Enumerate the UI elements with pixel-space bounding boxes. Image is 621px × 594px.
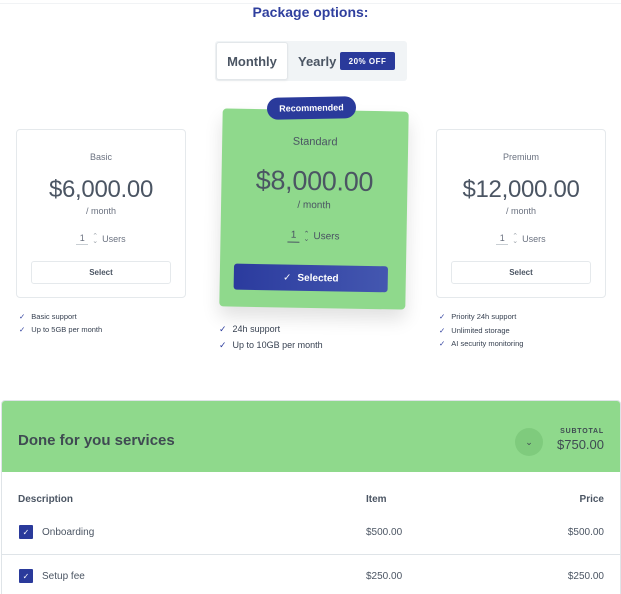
feature-item: ✓ 24h support	[219, 323, 281, 335]
check-icon: ✓	[219, 323, 227, 334]
feature-item: ✓ Up to 5GB per month	[19, 325, 103, 334]
plan-price: $6,000.00	[48, 176, 154, 203]
row-description: Onboarding	[42, 527, 95, 538]
users-input[interactable]: 1	[496, 232, 509, 245]
stepper-arrows[interactable]: ⌃ ⌄	[92, 233, 98, 245]
column-header-item: Item	[366, 494, 387, 505]
stepper-arrows[interactable]: ⌃ ⌄	[303, 230, 309, 242]
feature-item: ✓ Basic support	[19, 312, 77, 321]
users-label: Users	[313, 230, 340, 243]
feature-item: ✓ AI security monitoring	[439, 339, 524, 349]
check-icon: ✓	[19, 325, 26, 334]
services-panel: Done for you services ⌄ SUBTOTAL $750.00…	[1, 400, 621, 594]
toggle-yearly[interactable]: Yearly	[298, 41, 336, 81]
plan-period: / month	[85, 206, 116, 216]
users-stepper: 1 ⌃ ⌄ Users	[17, 232, 185, 245]
row-checkbox[interactable]: ✓	[19, 569, 33, 583]
plan-card-premium: Premium $12,000.00 / month 1 ⌃ ⌄ Users S…	[436, 129, 606, 298]
row-checkbox[interactable]: ✓	[19, 525, 33, 539]
chevron-down-icon[interactable]: ⌄	[303, 235, 309, 242]
row-price: $250.00	[567, 571, 604, 582]
plan-name: Basic	[89, 152, 112, 162]
feature-list-basic: ✓ Basic support ✓ Up to 5GB per month	[19, 310, 102, 336]
column-header-price: Price	[579, 494, 604, 505]
feature-list-premium: ✓ Priority 24h support ✓ Unlimited storage…	[439, 310, 523, 351]
page-heading: Package options:	[252, 4, 369, 20]
row-description: Setup fee	[42, 571, 85, 582]
users-stepper: 1 ⌃ ⌄ Users	[437, 232, 605, 245]
row-price: $500.00	[567, 527, 604, 538]
check-icon: ✓	[219, 339, 227, 350]
plan-card-standard: Standard $8,000.00 / month 1 ⌃ ⌄ Users ✓…	[219, 108, 409, 310]
feature-item: ✓ Up to 10GB per month	[219, 339, 323, 351]
table-row: ✓ Onboarding $500.00 $500.00	[2, 511, 620, 555]
feature-item: ✓ Priority 24h support	[439, 312, 517, 322]
plan-name: Standard	[292, 135, 338, 149]
stepper-arrows[interactable]: ⌃ ⌄	[512, 233, 518, 245]
chevron-down-icon[interactable]: ⌄	[512, 238, 518, 245]
row-item: $500.00	[366, 527, 403, 538]
billing-toggle: Monthly Yearly 20% OFF	[215, 41, 407, 81]
recommended-badge: Recommended	[266, 96, 357, 120]
services-title: Done for you services	[18, 432, 175, 449]
plan-price: $8,000.00	[255, 164, 374, 198]
feature-item: ✓ Unlimited storage	[439, 325, 510, 335]
button-label: Selected	[297, 272, 339, 284]
chevron-down-icon[interactable]: ⌄	[92, 238, 98, 245]
check-icon: ✓	[19, 312, 26, 321]
toggle-monthly[interactable]: Monthly	[216, 42, 288, 80]
users-input[interactable]: 1	[287, 229, 300, 243]
row-item: $250.00	[366, 571, 403, 582]
chevron-down-icon: ⌄	[525, 436, 533, 447]
check-icon: ✓	[22, 571, 30, 581]
select-basic-button[interactable]: Select	[31, 261, 171, 284]
check-icon: ✓	[439, 339, 446, 349]
check-icon: ✓	[439, 312, 446, 322]
plan-price: $12,000.00	[462, 176, 580, 203]
services-header: Done for you services ⌄ SUBTOTAL $750.00	[2, 401, 620, 472]
subtotal-label: SUBTOTAL	[560, 428, 604, 435]
selected-standard-button[interactable]: ✓ Selected	[233, 263, 389, 293]
subtotal-value: $750.00	[557, 437, 604, 452]
users-input[interactable]: 1	[76, 232, 89, 245]
users-label: Users	[522, 233, 546, 244]
discount-badge: 20% OFF	[340, 52, 395, 70]
check-icon: ✓	[439, 325, 446, 335]
collapse-button[interactable]: ⌄	[515, 428, 543, 456]
column-header-description: Description	[18, 494, 74, 505]
select-premium-button[interactable]: Select	[451, 261, 591, 284]
plan-card-basic: Basic $6,000.00 / month 1 ⌃ ⌄ Users Sele…	[16, 129, 186, 298]
plan-period: / month	[297, 199, 331, 212]
plan-period: / month	[505, 206, 536, 216]
check-icon: ✓	[282, 271, 292, 284]
feature-list-standard: ✓ 24h support ✓ Up to 10GB per month	[219, 321, 323, 353]
table-row: ✓ Setup fee $250.00 $250.00	[2, 554, 620, 594]
check-icon: ✓	[22, 527, 30, 537]
users-label: Users	[102, 233, 126, 244]
users-stepper: 1 ⌃ ⌄ Users	[220, 228, 406, 244]
plan-name: Premium	[502, 152, 539, 162]
